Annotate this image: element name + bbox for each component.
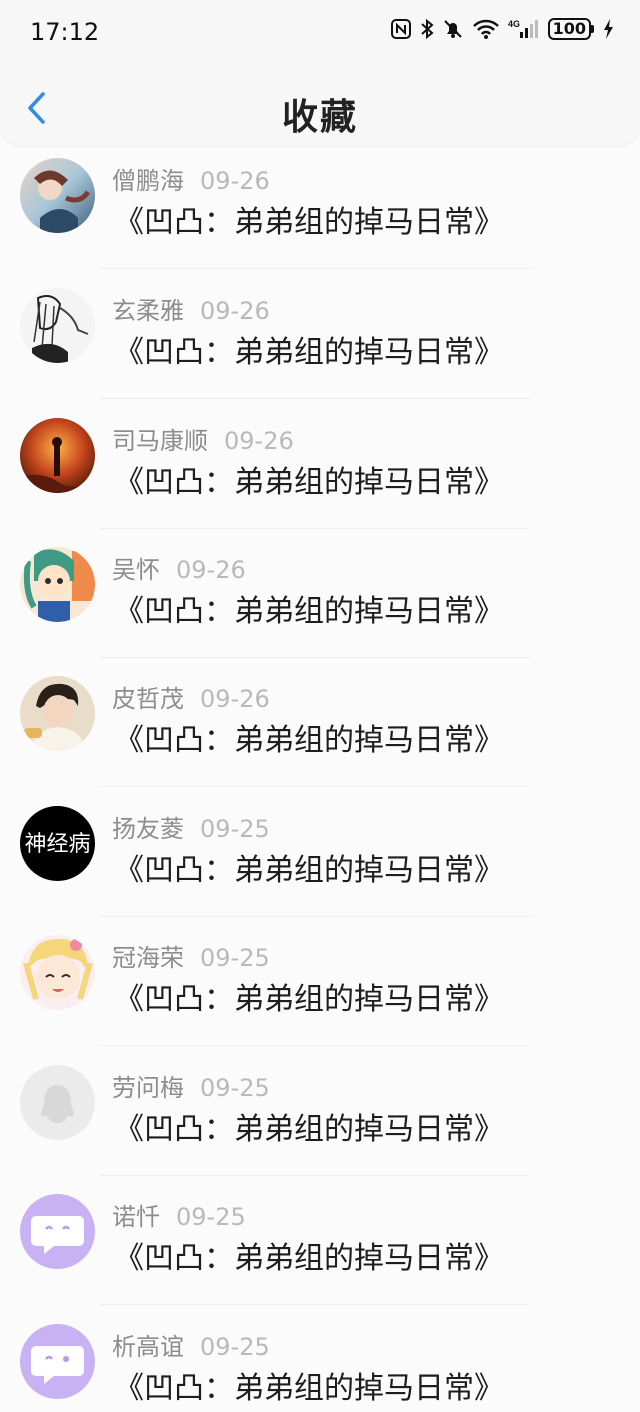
divider <box>100 528 530 529</box>
item-date: 09-25 <box>200 815 270 843</box>
list-item[interactable]: 司马康顺 09-26 《凹凸：弟弟组的掉马日常》 <box>0 418 640 548</box>
item-title: 《凹凸：弟弟组的掉马日常》 <box>114 594 504 629</box>
item-title: 《凹凸：弟弟组的掉马日常》 <box>114 335 504 370</box>
list-item[interactable]: 劳问梅 09-25 《凹凸：弟弟组的掉马日常》 <box>0 1065 640 1195</box>
charging-icon <box>604 19 613 39</box>
list-item[interactable]: 诺忏 09-25 《凹凸：弟弟组的掉马日常》 <box>0 1194 640 1324</box>
item-meta: 皮哲茂 09-26 <box>112 682 270 716</box>
item-meta: 诺忏 09-25 <box>112 1200 246 1234</box>
item-meta: 僧鹏海 09-26 <box>112 164 270 198</box>
item-title: 《凹凸：弟弟组的掉马日常》 <box>114 465 504 500</box>
item-date: 09-25 <box>200 1074 270 1102</box>
item-title: 《凹凸：弟弟组的掉马日常》 <box>114 853 504 888</box>
avatar[interactable] <box>20 1065 95 1140</box>
item-date: 09-25 <box>200 944 270 972</box>
item-date: 09-25 <box>200 1333 270 1361</box>
divider <box>100 268 530 269</box>
status-time: 17:12 <box>30 18 100 46</box>
user-name: 诺忏 <box>112 1203 160 1231</box>
battery-level: 100 <box>547 18 591 40</box>
cellular-4g-icon: 4G <box>508 19 538 38</box>
item-date: 09-26 <box>176 556 246 584</box>
item-date: 09-26 <box>200 685 270 713</box>
divider <box>100 1175 530 1176</box>
item-date: 09-26 <box>200 167 270 195</box>
divider <box>100 916 530 917</box>
wifi-icon <box>472 19 499 39</box>
item-meta: 劳问梅 09-25 <box>112 1071 270 1105</box>
page-title: 收藏 <box>281 97 358 138</box>
avatar[interactable] <box>20 547 95 622</box>
item-meta: 司马康顺 09-26 <box>112 424 294 458</box>
avatar-text: 神经病 <box>24 832 90 857</box>
svg-text:4G: 4G <box>508 19 520 29</box>
list-item[interactable]: 析高谊 09-25 《凹凸：弟弟组的掉马日常》 <box>0 1324 640 1412</box>
list-item[interactable]: 玄柔雅 09-26 《凹凸：弟弟组的掉马日常》 <box>0 288 640 418</box>
list-item[interactable]: 冠海荣 09-25 《凹凸：弟弟组的掉马日常》 <box>0 935 640 1065</box>
battery-tip <box>591 25 594 33</box>
item-title: 《凹凸：弟弟组的掉马日常》 <box>114 1371 504 1406</box>
user-name: 司马康顺 <box>112 427 208 455</box>
divider <box>100 786 530 787</box>
item-title: 《凹凸：弟弟组的掉马日常》 <box>114 1241 504 1276</box>
nfc-icon <box>390 19 411 39</box>
user-name: 析高谊 <box>112 1333 184 1361</box>
item-date: 09-26 <box>200 297 270 325</box>
divider <box>100 657 530 658</box>
status-bar: 17:12 4G 100 <box>0 0 640 68</box>
list-item[interactable]: 僧鹏海 09-26 《凹凸：弟弟组的掉马日常》 <box>0 158 640 288</box>
avatar[interactable] <box>20 288 95 363</box>
item-title: 《凹凸：弟弟组的掉马日常》 <box>114 723 504 758</box>
user-name: 玄柔雅 <box>112 297 184 325</box>
item-title: 《凹凸：弟弟组的掉马日常》 <box>114 982 504 1017</box>
item-meta: 玄柔雅 09-26 <box>112 294 270 328</box>
divider <box>100 1045 530 1046</box>
avatar[interactable] <box>20 158 95 233</box>
user-name: 冠海荣 <box>112 944 184 972</box>
divider <box>100 1304 530 1305</box>
item-date: 09-26 <box>224 427 294 455</box>
battery-indicator: 100 <box>547 18 594 40</box>
user-name: 皮哲茂 <box>112 685 184 713</box>
item-meta: 析高谊 09-25 <box>112 1330 270 1364</box>
item-meta: 吴怀 09-26 <box>112 553 246 587</box>
status-icons: 4G 100 <box>390 18 614 40</box>
avatar[interactable] <box>20 1194 95 1269</box>
avatar[interactable] <box>20 418 95 493</box>
avatar[interactable] <box>20 676 95 751</box>
avatar[interactable]: 神经病 <box>20 806 95 881</box>
header: 收藏 <box>0 68 640 146</box>
item-title: 《凹凸：弟弟组的掉马日常》 <box>114 205 504 240</box>
user-name: 吴怀 <box>112 556 160 584</box>
list-item[interactable]: 皮哲茂 09-26 《凹凸：弟弟组的掉马日常》 <box>0 676 640 806</box>
list-item[interactable]: 神经病 扬友菱 09-25 《凹凸：弟弟组的掉马日常》 <box>0 806 640 936</box>
user-name: 劳问梅 <box>112 1074 184 1102</box>
item-meta: 扬友菱 09-25 <box>112 812 270 846</box>
user-name: 扬友菱 <box>112 815 184 843</box>
item-date: 09-25 <box>176 1203 246 1231</box>
list-item[interactable]: 吴怀 09-26 《凹凸：弟弟组的掉马日常》 <box>0 547 640 677</box>
item-title: 《凹凸：弟弟组的掉马日常》 <box>114 1112 504 1147</box>
divider <box>100 398 530 399</box>
avatar[interactable] <box>20 935 95 1010</box>
mute-bell-icon <box>443 20 462 38</box>
item-meta: 冠海荣 09-25 <box>112 941 270 975</box>
avatar[interactable] <box>20 1324 95 1399</box>
bluetooth-icon <box>420 18 434 40</box>
user-name: 僧鹏海 <box>112 167 184 195</box>
